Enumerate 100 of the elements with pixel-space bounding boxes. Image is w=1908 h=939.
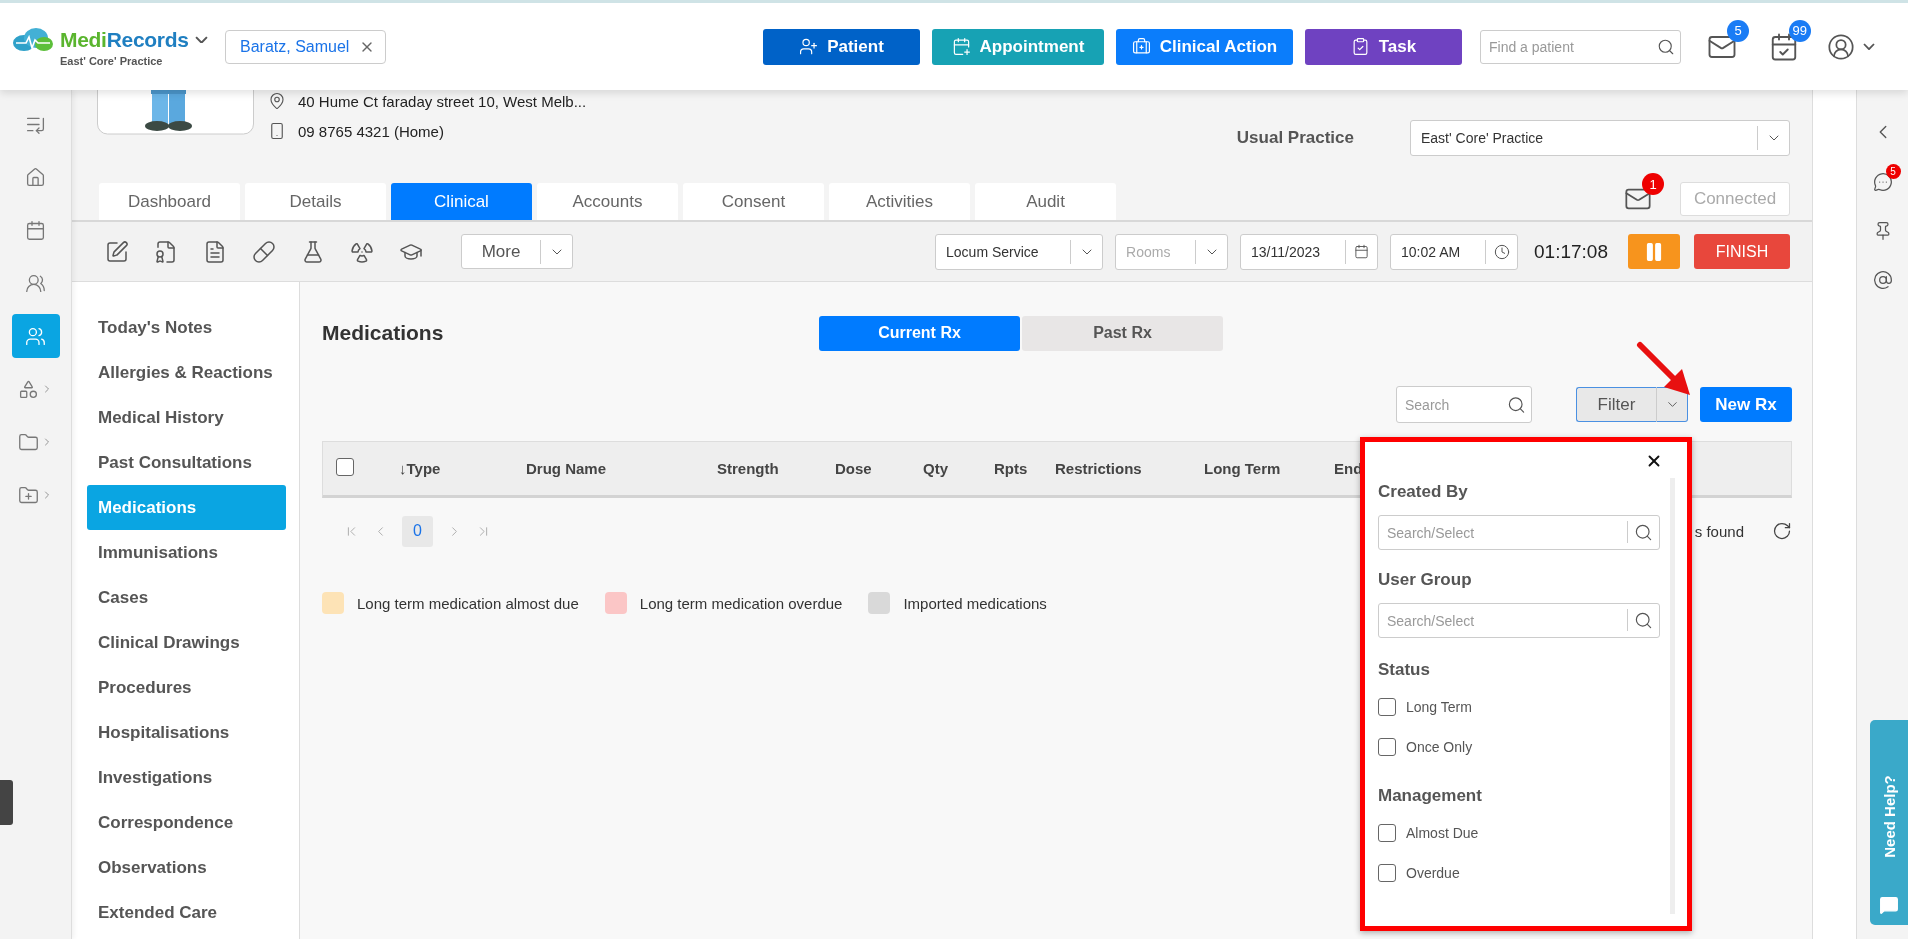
- checkbox-label: Once Only: [1406, 739, 1473, 755]
- view-tab[interactable]: Past Rx: [1022, 315, 1223, 351]
- mention-button[interactable]: [1872, 270, 1893, 290]
- nav-item[interactable]: Today's Notes: [87, 305, 286, 350]
- action-button[interactable]: Task: [1305, 28, 1462, 65]
- nav-item[interactable]: Cases: [87, 575, 286, 620]
- notification-button[interactable]: 99: [1769, 19, 1811, 62]
- edit-icon: [105, 239, 129, 264]
- people-icon: [25, 325, 46, 347]
- practice-name: East' Core' Practice: [60, 54, 163, 67]
- nav-item[interactable]: Procedures: [87, 665, 286, 710]
- notification-button[interactable]: 5: [1707, 19, 1749, 62]
- column-header[interactable]: Rpts: [994, 460, 1028, 477]
- legend-label: Long term medication almost due: [357, 594, 579, 612]
- nav-item[interactable]: Investigations: [87, 755, 286, 800]
- filter-label: Management: [1378, 785, 1483, 807]
- column-header[interactable]: ↓Type: [399, 460, 441, 477]
- tab[interactable]: Clinical: [391, 183, 532, 220]
- checkbox[interactable]: [1378, 864, 1396, 882]
- home-icon: [25, 166, 46, 188]
- nav-item[interactable]: Observations: [87, 845, 286, 890]
- legend-label: Imported medications: [903, 594, 1047, 612]
- filter-label: Created By: [1378, 481, 1469, 503]
- checkbox-label: Almost Due: [1406, 825, 1479, 841]
- chat-icon: [1879, 895, 1899, 915]
- calendar-icon: [25, 219, 46, 241]
- tab[interactable]: Activities: [829, 183, 970, 220]
- filter-button[interactable]: Filter: [1576, 387, 1656, 422]
- search-select-field[interactable]: Search/Select: [1378, 515, 1660, 550]
- column-header[interactable]: Strength: [717, 460, 779, 477]
- tab[interactable]: Accounts: [537, 183, 678, 220]
- phone-icon: [268, 122, 286, 140]
- search-icon: [1657, 37, 1675, 56]
- search-select-field[interactable]: Search/Select: [1378, 603, 1660, 638]
- checkbox[interactable]: [1378, 738, 1396, 756]
- filter-label: User Group: [1378, 569, 1473, 591]
- more-button[interactable]: More: [461, 234, 573, 269]
- search-icon: [1634, 610, 1653, 630]
- tab[interactable]: Dashboard: [99, 183, 240, 220]
- refresh-icon: [1772, 521, 1792, 541]
- count-badge: 1: [1642, 173, 1664, 195]
- results-text: s found: [1694, 522, 1744, 540]
- search-icon: [1507, 395, 1526, 414]
- field-label: Usual Practice: [1236, 128, 1354, 148]
- action-button[interactable]: Patient: [763, 28, 920, 65]
- tab[interactable]: Details: [245, 183, 386, 220]
- account-button[interactable]: [1827, 32, 1875, 61]
- calendar-plus-icon: [951, 37, 971, 56]
- messages-button[interactable]: 1: [1624, 173, 1664, 213]
- time-field[interactable]: 10:02 AM: [1390, 233, 1519, 270]
- column-header[interactable]: Restrictions: [1055, 460, 1142, 477]
- shapes-icon: [18, 378, 39, 400]
- patient-chip[interactable]: Baratz, Samuel: [225, 29, 387, 64]
- filter-dropdown-button[interactable]: [1656, 387, 1688, 422]
- search-field[interactable]: Find a patient: [1480, 29, 1681, 64]
- column-header[interactable]: Dose: [835, 460, 872, 477]
- finish-button[interactable]: FINISH: [1694, 234, 1790, 269]
- column-header[interactable]: Qty: [923, 460, 948, 477]
- new-rx-button[interactable]: New Rx: [1700, 387, 1792, 422]
- at-sign-icon: [1872, 270, 1893, 290]
- nav-item[interactable]: Allergies & Reactions: [87, 350, 286, 395]
- tab[interactable]: Consent: [683, 183, 824, 220]
- nav-item[interactable]: Clinical Drawings: [87, 620, 286, 665]
- logo-icon: [12, 26, 54, 53]
- nav-item[interactable]: Extended Care: [87, 890, 286, 935]
- folder-icon: [18, 431, 39, 453]
- column-header[interactable]: Drug Name: [526, 460, 607, 477]
- document-icon: [203, 239, 227, 264]
- column-header[interactable]: Long Term: [1204, 460, 1281, 477]
- legend-label: Long term medication overdue: [639, 594, 843, 612]
- phone-text: 09 8765 4321 (Home): [298, 122, 444, 140]
- count-badge: 99: [1788, 19, 1811, 42]
- count-badge: 5: [1885, 164, 1901, 179]
- chat-button[interactable]: 5: [1872, 164, 1901, 192]
- brand-name: MediRecords: [60, 27, 189, 52]
- tab[interactable]: Audit: [975, 183, 1116, 220]
- checkbox-label: Long Term: [1406, 699, 1472, 715]
- view-tab[interactable]: Current Rx: [819, 315, 1020, 351]
- nav-item[interactable]: Past Consultations: [87, 440, 286, 485]
- chevron-icon: [194, 35, 208, 44]
- checkbox[interactable]: [1378, 824, 1396, 842]
- nav-item[interactable]: Correspondence: [87, 800, 286, 845]
- nav-item[interactable]: Hospitalisations: [87, 710, 286, 755]
- nav-item[interactable]: Immunisations: [87, 530, 286, 575]
- user-plus-icon: [799, 37, 819, 56]
- address-text: 40 Hume Ct faraday street 10, West Melb...: [298, 92, 587, 110]
- nav-item[interactable]: Medical History: [87, 395, 286, 440]
- medical-kit-icon: [1131, 37, 1151, 56]
- checkbox[interactable]: [336, 457, 354, 476]
- user-icon: [1827, 32, 1855, 61]
- practice-select[interactable]: East' Core' Practice: [1410, 120, 1790, 156]
- action-button[interactable]: Clinical Action: [1116, 28, 1293, 65]
- date-field[interactable]: 13/11/2023: [1240, 233, 1379, 270]
- page-number[interactable]: 0: [402, 515, 433, 547]
- folder-plus-icon: [18, 484, 39, 506]
- checkbox-label: Overdue: [1406, 865, 1460, 881]
- service-select[interactable]: Locum Service: [935, 233, 1104, 270]
- search-field[interactable]: Search: [1396, 386, 1532, 423]
- checkbox[interactable]: [1378, 698, 1396, 716]
- filter-label: Status: [1378, 659, 1431, 681]
